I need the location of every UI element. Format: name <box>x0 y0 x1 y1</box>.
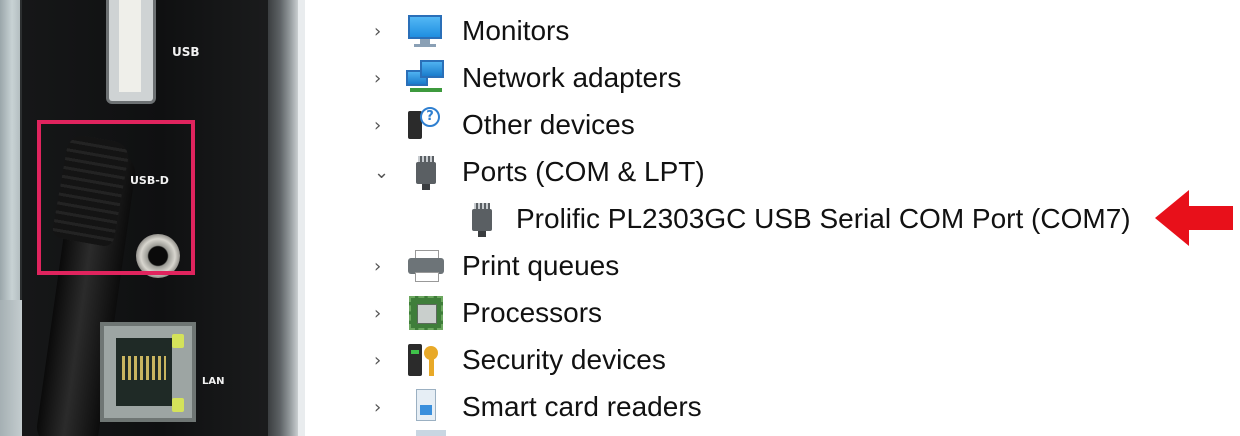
expand-chevron-icon[interactable]: › <box>360 68 396 89</box>
tree-item-label: Network adapters <box>462 62 682 93</box>
usb-port <box>106 0 156 104</box>
expand-chevron-icon[interactable]: › <box>360 115 396 136</box>
monitor-icon <box>406 13 446 49</box>
tree-item-other-devices[interactable]: › ? Other devices <box>360 102 635 148</box>
lan-led-bottom <box>172 398 184 412</box>
tree-item-label: Print queues <box>462 250 620 281</box>
tree-item-prolific-com-port[interactable]: Prolific PL2303GC USB Serial COM Port (C… <box>416 196 1131 242</box>
tree-item-label: Processors <box>462 297 603 328</box>
usb-d-highlight-box <box>37 120 195 275</box>
tree-item-print-queues[interactable]: › Print queues <box>360 243 619 289</box>
tree-item-label: Smart card readers <box>462 391 702 422</box>
expand-chevron-icon[interactable]: › <box>360 256 396 277</box>
expand-chevron-icon[interactable]: › <box>360 350 396 371</box>
expand-chevron-icon[interactable]: › <box>360 21 396 42</box>
usb-port-tongue <box>119 0 141 92</box>
usb-port-label: USB <box>172 45 200 59</box>
processor-chip-icon <box>406 295 446 331</box>
lan-port-label: LAN <box>202 376 225 387</box>
photo-border <box>298 0 305 436</box>
tree-item-label: Monitors <box>462 15 570 46</box>
device-manager-tree: › Monitors › Network adapters › ? Other … <box>360 0 1220 436</box>
partial-next-item-icon <box>416 430 456 436</box>
smart-card-icon <box>406 389 446 425</box>
tree-item-ports[interactable]: ⌄ Ports (COM & LPT) <box>360 149 705 195</box>
device-photo: USB USB-D LAN <box>0 0 305 436</box>
tree-item-network-adapters[interactable]: › Network adapters <box>360 55 681 101</box>
printer-icon <box>406 248 446 284</box>
security-key-icon <box>406 342 446 378</box>
tree-item-smart-card-readers[interactable]: › Smart card readers <box>360 384 702 430</box>
red-pointer-arrow-icon <box>1155 190 1233 246</box>
expand-chevron-icon[interactable]: › <box>360 303 396 324</box>
unknown-device-icon: ? <box>406 107 446 143</box>
tree-item-monitors[interactable]: › Monitors <box>360 8 569 54</box>
tree-item-security-devices[interactable]: › Security devices <box>360 337 666 383</box>
lan-led-top <box>172 334 184 348</box>
tree-item-label: Prolific PL2303GC USB Serial COM Port (C… <box>516 203 1131 234</box>
lan-port-pins <box>122 356 166 380</box>
tree-item-label: Security devices <box>462 344 666 375</box>
tree-item-processors[interactable]: › Processors <box>360 290 602 336</box>
expand-chevron-icon[interactable]: › <box>360 397 396 418</box>
port-connector-icon <box>462 201 502 237</box>
tree-item-label: Ports (COM & LPT) <box>462 156 705 187</box>
chassis-edge <box>268 0 298 436</box>
collapse-chevron-icon[interactable]: ⌄ <box>360 162 396 183</box>
port-connector-icon <box>406 154 446 190</box>
network-adapter-icon <box>406 60 446 96</box>
tree-item-label: Other devices <box>462 109 635 140</box>
